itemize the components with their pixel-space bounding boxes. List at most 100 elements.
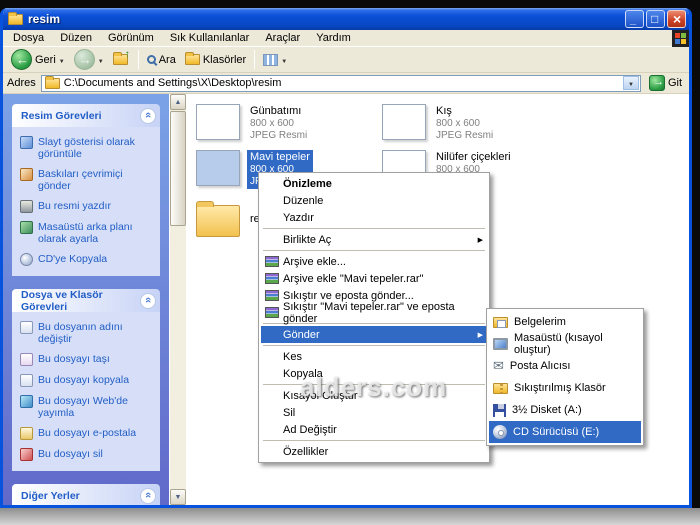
folders-button[interactable]: Klasörler xyxy=(182,52,249,67)
submenu-label: Sıkıştırılmış Klasör xyxy=(514,382,606,394)
forward-dropdown-icon[interactable] xyxy=(98,54,104,66)
views-button[interactable] xyxy=(260,53,290,67)
ctx-label: Önizleme xyxy=(283,177,332,190)
task-email-file[interactable]: Bu dosyayı e-postala xyxy=(20,427,155,440)
icon-gutter xyxy=(261,256,283,267)
ctx-birlikte-ac[interactable]: Birlikte Aç xyxy=(261,231,487,248)
go-button[interactable]: Git xyxy=(646,75,685,91)
flag-green xyxy=(681,33,686,38)
ctx-sil[interactable]: Sil xyxy=(261,404,487,421)
task-move-file[interactable]: Bu dosyayı taşı xyxy=(20,353,155,366)
file-tile-kis[interactable]: Kış 800 x 600 JPEG Resmi xyxy=(382,104,564,143)
email-file-icon xyxy=(20,427,33,440)
menu-dosya[interactable]: Dosya xyxy=(5,31,52,45)
toolbar-separator xyxy=(137,50,139,69)
scroll-down-icon[interactable] xyxy=(170,489,186,505)
task-set-wallpaper[interactable]: Masaüstü arka planı olarak ayarla xyxy=(20,221,155,245)
address-label: Adres xyxy=(7,77,36,89)
ctx-ad-degistir[interactable]: Ad Değiştir xyxy=(261,421,487,438)
sendto-belgelerim[interactable]: Belgelerim xyxy=(489,311,641,333)
sendto-cd-surucusu-highlighted[interactable]: CD Sürücüsü (E:) xyxy=(489,421,641,443)
task-copy-file[interactable]: Bu dosyayı kopyala xyxy=(20,374,155,387)
menu-araclar[interactable]: Araçlar xyxy=(257,31,308,45)
task-print-picture[interactable]: Bu resmi yazdır xyxy=(20,200,155,213)
delete-file-icon xyxy=(20,448,33,461)
back-dropdown-icon[interactable] xyxy=(59,54,65,66)
task-publish-web[interactable]: Bu dosyayı Web'de yayımla xyxy=(20,395,155,419)
panel-title: Dosya ve Klasör Görevleri xyxy=(21,288,103,313)
views-dropdown-icon[interactable] xyxy=(281,54,287,66)
ctx-sikistir-rar-eposta[interactable]: Sıkıştır "Mavi tepeler.rar" ve eposta gö… xyxy=(261,301,487,325)
panel-other-places-header[interactable]: Diğer Yerler xyxy=(12,484,160,505)
menu-duzen[interactable]: Düzen xyxy=(52,31,100,45)
submenu-label: Posta Alıcısı xyxy=(509,360,571,372)
watermark-text: alders.com xyxy=(300,372,448,402)
ctx-label: Düzenle xyxy=(283,194,324,207)
address-path[interactable]: C:\Documents and Settings\X\Desktop\resi… xyxy=(64,77,619,89)
sidebar-scrollbar[interactable] xyxy=(169,94,186,505)
file-name: Nilüfer çiçekleri xyxy=(436,151,511,163)
menu-separator xyxy=(263,345,485,346)
ctx-label: Kes xyxy=(283,350,302,363)
copy-file-icon xyxy=(20,374,33,387)
back-icon xyxy=(11,49,32,70)
search-button[interactable]: Ara xyxy=(144,53,179,67)
panel-picture-tasks-header[interactable]: Resim Görevleri xyxy=(12,104,160,127)
image-file-icon xyxy=(382,104,426,140)
sendto-sikistirilmis-klasor[interactable]: Sıkıştırılmış Klasör xyxy=(489,377,641,399)
ctx-yazdir[interactable]: Yazdır xyxy=(261,209,487,226)
collapse-chevron-icon[interactable] xyxy=(140,487,156,504)
panel-file-tasks-header[interactable]: Dosya ve Klasör Görevleri xyxy=(12,288,160,313)
task-copy-to-cd[interactable]: CD'ye Kopyala xyxy=(20,253,155,266)
scroll-up-icon[interactable] xyxy=(170,94,186,110)
file-name: Kış xyxy=(436,105,452,117)
menu-gorunum[interactable]: Görünüm xyxy=(100,31,162,45)
ctx-ozellikler[interactable]: Özellikler xyxy=(261,443,487,460)
task-delete-file[interactable]: Bu dosyayı sil xyxy=(20,448,155,461)
address-input[interactable]: C:\Documents and Settings\X\Desktop\resi… xyxy=(40,74,641,92)
ctx-arsive-ekle-rar[interactable]: Arşive ekle "Mavi tepeler.rar" xyxy=(261,270,487,287)
collapse-chevron-icon[interactable] xyxy=(140,292,156,309)
scrollbar-thumb[interactable] xyxy=(170,111,186,226)
forward-icon xyxy=(73,49,95,70)
close-button[interactable] xyxy=(667,10,686,28)
title-bar[interactable]: resim xyxy=(3,8,689,30)
go-icon xyxy=(648,75,665,91)
task-slideshow[interactable]: Slayt gösterisi olarak görüntüle xyxy=(20,136,155,160)
file-type: JPEG Resmi xyxy=(250,130,308,141)
menu-yardim[interactable]: Yardım xyxy=(308,31,359,45)
winrar-icon xyxy=(265,256,279,267)
sendto-posta-alicisi[interactable]: Posta Alıcısı xyxy=(489,355,641,377)
menu-sik-kullanilanlar[interactable]: Sık Kullanılanlar xyxy=(162,31,258,45)
ctx-arsive-ekle[interactable]: Arşive ekle... xyxy=(261,253,487,270)
menu-separator xyxy=(263,440,485,441)
forward-button[interactable] xyxy=(71,48,107,71)
ctx-label: Özellikler xyxy=(283,445,329,458)
collapse-chevron-icon[interactable] xyxy=(140,107,156,124)
sendto-masaustu[interactable]: Masaüstü (kısayol oluştur) xyxy=(489,332,641,356)
context-menu: Önizleme Düzenle Yazdır Birlikte Aç Arşi… xyxy=(258,172,490,463)
minimize-button[interactable] xyxy=(625,10,644,28)
submenu-label: Belgelerim xyxy=(514,316,566,328)
flag-red xyxy=(675,33,680,38)
menu-bar: Dosya Düzen Görünüm Sık Kullanılanlar Ar… xyxy=(3,30,689,47)
back-button[interactable]: Geri xyxy=(8,48,68,71)
go-label: Git xyxy=(667,77,682,89)
address-dropdown-button[interactable] xyxy=(622,76,639,90)
file-tile-gunbatimi[interactable]: Günbatımı 800 x 600 JPEG Resmi xyxy=(196,104,378,143)
ctx-kes[interactable]: Kes xyxy=(261,348,487,365)
up-button[interactable] xyxy=(110,49,133,66)
task-rename-file[interactable]: Bu dosyanın adını değiştir xyxy=(20,321,155,345)
ctx-label: Yazdır xyxy=(283,211,314,224)
sendto-disket[interactable]: 3½ Disket (A:) xyxy=(489,399,641,421)
ctx-onizleme[interactable]: Önizleme xyxy=(261,175,487,192)
task-label: Slayt gösterisi olarak görüntüle xyxy=(38,136,135,160)
task-label: Bu dosyayı kopyala xyxy=(38,374,130,386)
ctx-gonder-highlighted[interactable]: Gönder xyxy=(261,326,487,343)
ctx-duzenle[interactable]: Düzenle xyxy=(261,192,487,209)
task-label: Masaüstü arka planı olarak ayarla xyxy=(38,221,133,245)
task-order-prints[interactable]: Baskıları çevrimiçi gönder xyxy=(20,168,155,192)
maximize-button[interactable] xyxy=(646,10,665,28)
selection-overlay xyxy=(197,151,239,185)
zipped-folder-icon xyxy=(493,382,508,394)
